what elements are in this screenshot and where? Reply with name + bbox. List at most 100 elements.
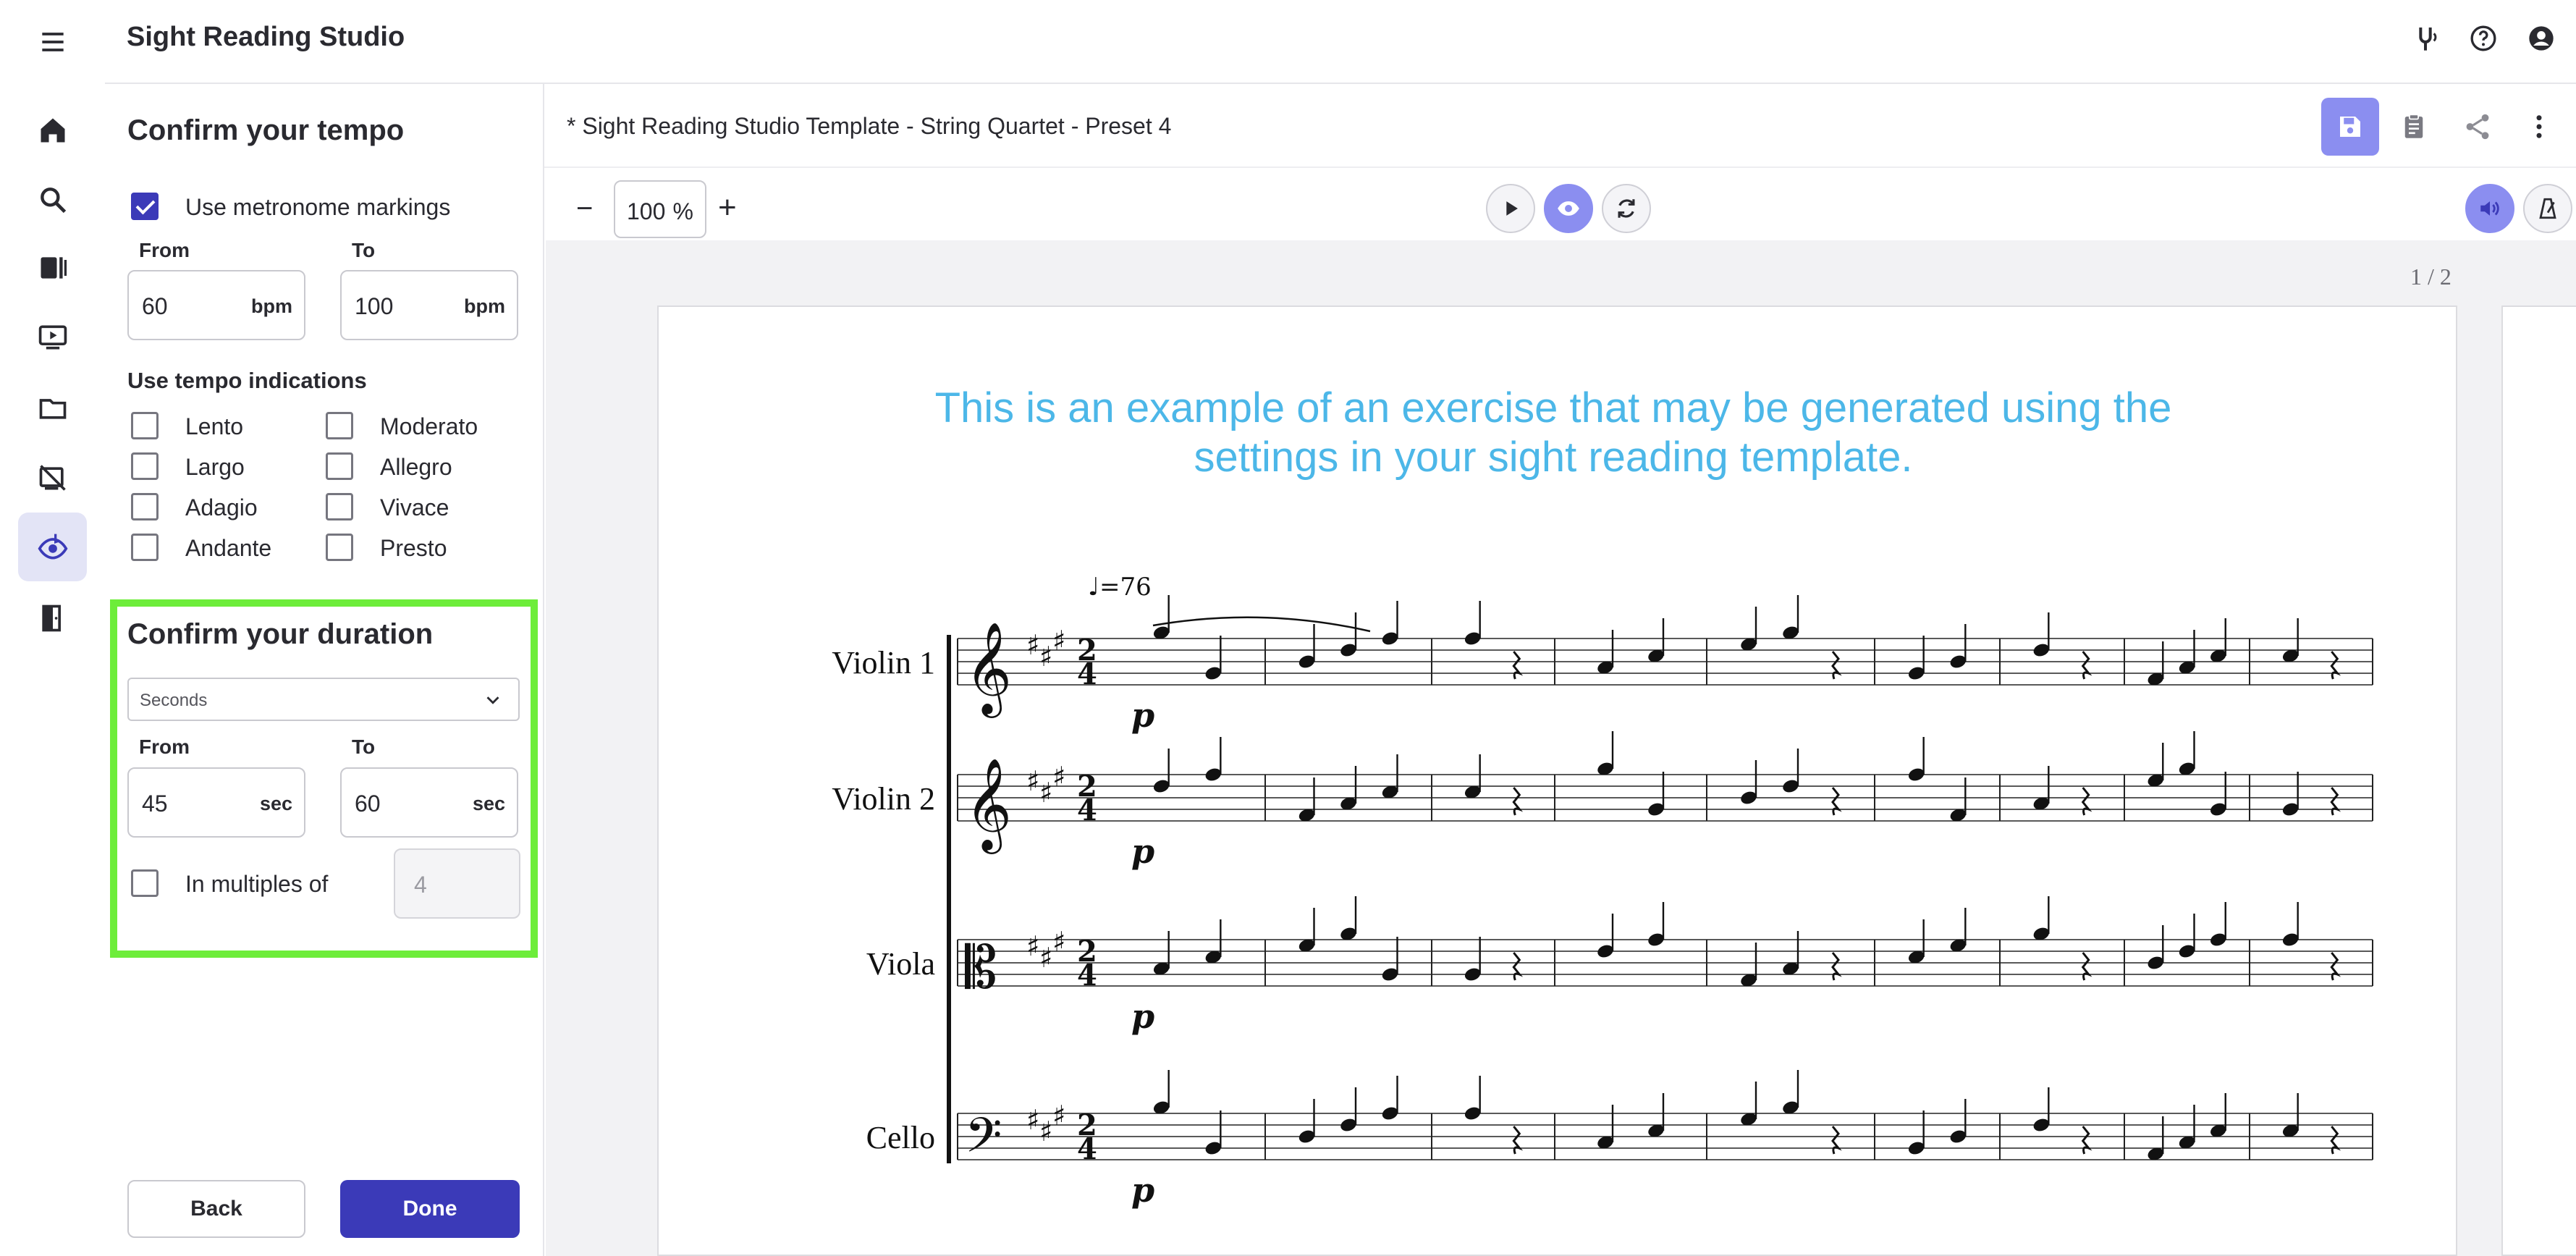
clef-symbol: 𝄡 — [965, 934, 997, 1001]
duration-from-unit: sec — [259, 793, 292, 814]
sharp-symbol: ♯ — [1039, 641, 1052, 673]
moderato-checkbox[interactable] — [326, 412, 353, 439]
allegro-checkbox[interactable] — [326, 452, 353, 480]
adagio-label: Adagio — [185, 494, 258, 520]
menu-icon[interactable] — [18, 7, 87, 76]
vivace-checkbox[interactable] — [326, 493, 353, 520]
vivace-label: Vivace — [380, 494, 449, 520]
video-icon[interactable] — [18, 303, 87, 371]
clef-symbol: 𝄞 — [965, 757, 1012, 854]
rest-symbol — [1831, 651, 1842, 680]
search-icon[interactable] — [18, 165, 87, 234]
multiples-label: In multiples of — [185, 871, 329, 897]
presto-checkbox[interactable] — [326, 534, 353, 561]
clef-symbol: 𝄢 — [965, 1108, 1002, 1175]
multiples-input[interactable]: 4 — [394, 848, 520, 919]
folder-icon[interactable] — [18, 374, 87, 442]
sharp-symbol: ♯ — [1026, 629, 1039, 661]
assignments-icon[interactable] — [18, 443, 87, 512]
score-page-next — [2501, 305, 2576, 1256]
help-icon[interactable] — [2467, 22, 2500, 55]
andante-label: Andante — [185, 535, 272, 561]
volume-icon[interactable] — [2465, 184, 2514, 233]
tempo-to-input[interactable]: 100 bpm — [340, 270, 518, 340]
sharp-symbol: ♯ — [1026, 765, 1039, 797]
sharp-symbol: ♯ — [1039, 777, 1052, 809]
zoom-unit: % — [672, 198, 693, 224]
score-notation: 𝄞 ♯ ♯ ♯ 24p𝄞 ♯ ♯ ♯ 24p𝄡 ♯ ♯ ♯ 24p𝄢 ♯ ♯ ♯ 24p♩=76 — [947, 573, 2373, 1210]
duration-unit-select[interactable]: Seconds — [127, 678, 520, 721]
rest-symbol — [2081, 1126, 2093, 1155]
clipboard-icon[interactable] — [2385, 98, 2443, 156]
tempo-indications-label: Use tempo indications — [127, 368, 367, 393]
dynamic-mark: p — [1131, 997, 1154, 1036]
eye-icon[interactable] — [1544, 184, 1593, 233]
multiples-checkbox[interactable] — [131, 869, 159, 897]
sharp-symbol: ♯ — [1052, 1100, 1065, 1131]
zoom-input[interactable]: 100 % — [614, 180, 706, 238]
lento-label: Lento — [185, 413, 244, 439]
tempo-marking: ♩=76 — [1088, 573, 1152, 602]
duration-unit-value: Seconds — [140, 691, 208, 710]
back-button[interactable]: Back — [127, 1180, 305, 1238]
rest-symbol — [2330, 787, 2341, 816]
exercise-note: This is an example of an exercise that m… — [934, 384, 2172, 481]
multiples-value: 4 — [414, 872, 427, 898]
tempo-from-input[interactable]: 60 bpm — [127, 270, 305, 340]
zoom-in-button[interactable]: + — [718, 190, 737, 226]
dynamic-mark: p — [1131, 1171, 1154, 1210]
rest-symbol — [1831, 787, 1842, 816]
account-icon[interactable] — [2525, 22, 2558, 55]
exit-icon[interactable] — [18, 583, 87, 652]
presto-label: Presto — [380, 535, 447, 561]
duration-to-input[interactable]: 60 sec — [340, 767, 518, 838]
metronome-checkbox[interactable] — [131, 193, 159, 220]
metronome-icon[interactable] — [2523, 184, 2572, 233]
rest-symbol — [1512, 952, 1524, 981]
home-icon[interactable] — [18, 96, 87, 164]
zoom-out-button[interactable]: − — [576, 193, 593, 225]
duration-from-input[interactable]: 45 sec — [127, 767, 305, 838]
sharp-symbol: ♯ — [1052, 761, 1065, 793]
adagio-checkbox[interactable] — [131, 493, 159, 520]
sight-reading-icon[interactable] — [18, 513, 87, 581]
duration-heading: Confirm your duration — [127, 618, 434, 650]
top-bar: Sight Reading Studio — [105, 0, 2576, 84]
time-sig-bottom: 4 — [1077, 958, 1097, 992]
tempo-from-unit: bpm — [251, 295, 292, 317]
rest-symbol — [1512, 651, 1524, 680]
duration-to-label: To — [352, 736, 376, 758]
tempo-from-label: From — [139, 239, 190, 261]
page-indicator: 1 / 2 — [2410, 264, 2452, 290]
duration-from-value: 45 — [142, 791, 168, 817]
more-vert-icon[interactable] — [2510, 98, 2568, 156]
allegro-label: Allegro — [380, 454, 452, 480]
document-title: * Sight Reading Studio Template - String… — [567, 113, 1172, 139]
rest-symbol — [2330, 1126, 2341, 1155]
rest-symbol — [1831, 1126, 1842, 1155]
largo-checkbox[interactable] — [131, 452, 159, 480]
rest-symbol — [2330, 952, 2341, 981]
rest-symbol — [1512, 1126, 1524, 1155]
tempo-heading: Confirm your tempo — [127, 114, 405, 146]
duration-to-unit: sec — [472, 793, 505, 814]
refresh-icon[interactable] — [1602, 184, 1651, 233]
library-icon[interactable] — [18, 233, 87, 302]
andante-checkbox[interactable] — [131, 534, 159, 561]
rest-symbol — [1512, 787, 1524, 816]
sharp-symbol: ♯ — [1039, 1116, 1052, 1147]
lento-checkbox[interactable] — [131, 412, 159, 439]
tempo-to-label: To — [352, 239, 376, 261]
moderato-label: Moderato — [380, 413, 478, 439]
sharp-symbol: ♯ — [1026, 930, 1039, 962]
dynamic-mark: p — [1131, 696, 1154, 735]
duration-from-label: From — [139, 736, 190, 758]
play-icon[interactable] — [1486, 184, 1535, 233]
time-sig-bottom: 4 — [1077, 657, 1097, 691]
sharp-symbol: ♯ — [1052, 625, 1065, 657]
done-button[interactable]: Done — [340, 1180, 520, 1238]
sharp-symbol: ♯ — [1052, 926, 1065, 958]
tuning-fork-icon[interactable] — [2409, 22, 2442, 55]
share-icon[interactable] — [2449, 98, 2507, 156]
save-icon[interactable] — [2321, 98, 2379, 156]
